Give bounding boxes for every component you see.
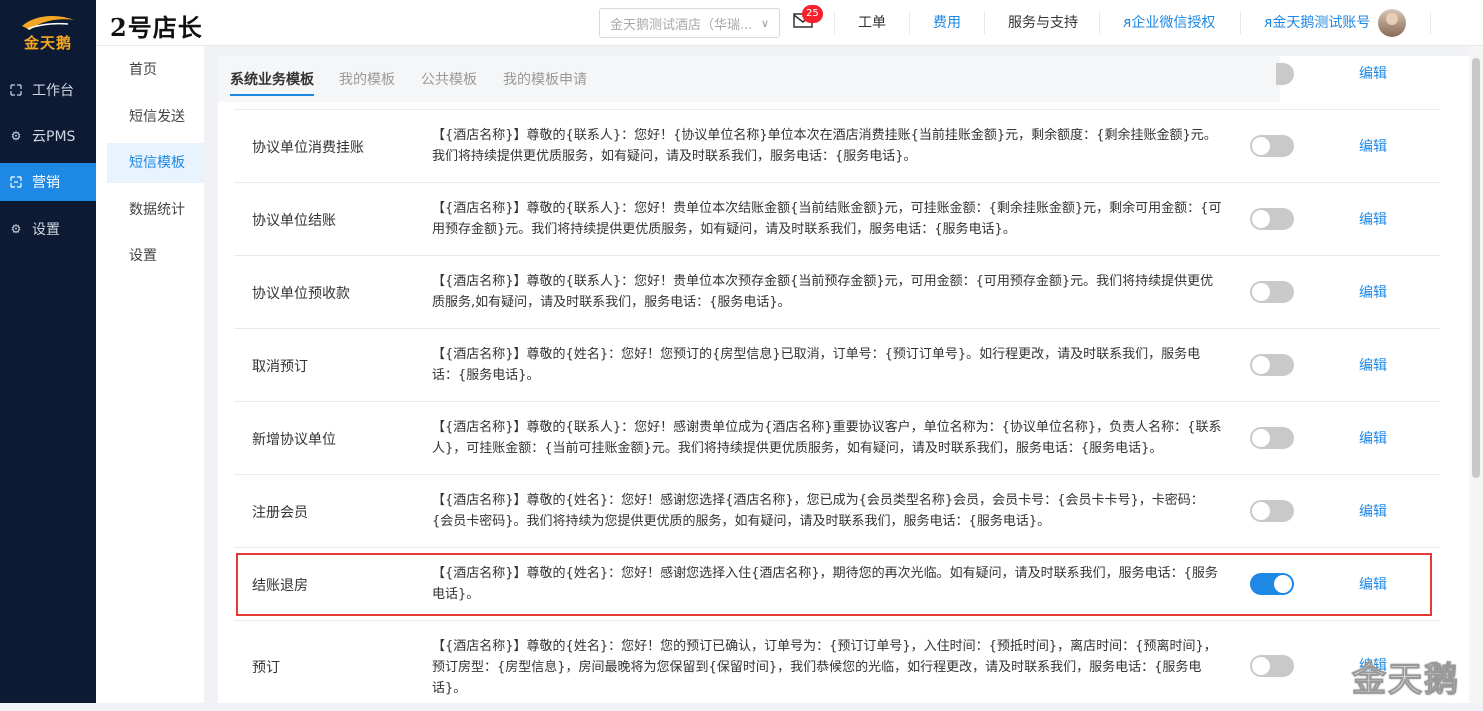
subnav-item-sms-template[interactable]: 短信模板: [107, 143, 204, 183]
table-row: 预订 【{酒店名称}】尊敬的{姓名}：您好！您的预订已确认，订单号为：{预订订单…: [234, 621, 1440, 711]
edit-button[interactable]: 编辑: [1359, 355, 1387, 375]
hotel-select-value: 金天鹅测试酒店（华瑞...: [610, 17, 753, 33]
wechat-auth-label: 企业微信授权: [1131, 15, 1216, 31]
table-row: 注册会员 【{酒店名称}】尊敬的{姓名}：您好！感谢您选择{酒店名称}，您已成为…: [234, 475, 1440, 548]
template-name: 注册会员: [252, 505, 308, 521]
scrollbar-thumb[interactable]: [1472, 58, 1480, 478]
header-divider: [909, 12, 910, 34]
template-name: 协议单位结账: [252, 213, 336, 229]
table-row: 协议单位结账 【{酒店名称}】尊敬的{联系人}：您好！贵单位本次结账金额{当前结…: [234, 183, 1440, 256]
template-name: 结账退房: [252, 578, 308, 594]
table-row: 编辑: [234, 56, 1440, 110]
edit-button[interactable]: 编辑: [1359, 501, 1387, 521]
sidebar-item-label: 设置: [32, 222, 60, 238]
template-enable-toggle[interactable]: [1250, 573, 1294, 595]
template-name: 协议单位预收款: [252, 286, 350, 302]
template-enable-toggle[interactable]: [1250, 354, 1294, 376]
template-enable-toggle[interactable]: [1250, 655, 1294, 677]
main-sidebar: 金天鹅 工作台 ⚙ 云PMS 营销 ⚙ 设置: [0, 0, 96, 703]
sms-subnav: 首页 短信发送 短信模板 数据统计 设置: [96, 46, 204, 703]
gear-icon: ⚙: [10, 222, 22, 236]
swan-logo-icon: [22, 15, 74, 30]
edit-button[interactable]: 编辑: [1359, 63, 1387, 83]
hotel-select[interactable]: 金天鹅测试酒店（华瑞... ∨: [599, 8, 780, 38]
sidebar-item-settings[interactable]: ⚙ 设置: [0, 210, 96, 248]
subnav-item-home[interactable]: 首页: [107, 50, 204, 90]
subnav-item-sms-send[interactable]: 短信发送: [107, 97, 204, 137]
account-link[interactable]: ᴙ金天鹅测试账号: [1264, 0, 1370, 46]
header-divider: [984, 12, 985, 34]
edit-button[interactable]: 编辑: [1359, 136, 1387, 156]
account-label: 金天鹅测试账号: [1272, 15, 1371, 31]
table-row: 协议单位消费挂账 【{酒店名称}】尊敬的{联系人}：您好！{协议单位名称}单位本…: [234, 110, 1440, 183]
template-name: 协议单位消费挂账: [252, 140, 364, 156]
table-row: 取消预订 【{酒店名称}】尊敬的{姓名}：您好！您预订的{房型信息}已取消，订单…: [234, 329, 1440, 402]
edit-button[interactable]: 编辑: [1359, 428, 1387, 448]
template-name: 预订: [252, 660, 280, 676]
workbench-icon: [9, 83, 23, 97]
support-link[interactable]: 服务与支持: [1008, 0, 1078, 46]
table-row: 新增协议单位 【{酒店名称}】尊敬的{联系人}：您好！感谢贵单位成为{酒店名称}…: [234, 402, 1440, 475]
header-divider: [1240, 12, 1241, 34]
sidebar-item-marketing[interactable]: 营销: [0, 163, 96, 201]
watermark: 金天鹅: [1352, 660, 1460, 701]
sidebar-item-workbench[interactable]: 工作台: [0, 71, 96, 109]
logo-text: 金天鹅: [23, 33, 72, 52]
chevron-down-icon: ∨: [760, 16, 769, 30]
marketing-icon: [9, 175, 23, 189]
template-name: 新增协议单位: [252, 432, 336, 448]
template-content: 【{酒店名称}】尊敬的{联系人}：您好！贵单位本次结账金额{当前结账金额}元，可…: [432, 201, 1222, 237]
fees-link[interactable]: 费用: [933, 0, 961, 46]
gear-icon: ⚙: [10, 129, 22, 143]
mail-count-badge: 25: [802, 5, 823, 23]
template-enable-toggle[interactable]: [1276, 63, 1294, 85]
brand-title: 2号店长: [110, 13, 203, 42]
header-divider: [1099, 12, 1100, 34]
wechat-auth-link[interactable]: ᴙ企业微信授权: [1123, 0, 1215, 46]
template-content: 【{酒店名称}】尊敬的{联系人}：您好！{协议单位名称}单位本次在酒店消费挂账{…: [432, 128, 1217, 164]
subnav-item-settings[interactable]: 设置: [107, 236, 204, 276]
sidebar-item-cloud-pms[interactable]: ⚙ 云PMS: [0, 117, 96, 155]
template-content: 【{酒店名称}】尊敬的{姓名}：您好！您的预订已确认，订单号为：{预订订单号}，…: [432, 639, 1217, 696]
sidebar-item-label: 云PMS: [32, 129, 76, 145]
edit-button[interactable]: 编辑: [1359, 209, 1387, 229]
edit-button[interactable]: 编辑: [1359, 574, 1387, 594]
template-name: 取消预订: [252, 359, 308, 375]
template-content: 【{酒店名称}】尊敬的{联系人}：您好！感谢贵单位成为{酒店名称}重要协议客户，…: [432, 420, 1222, 456]
table-row: 协议单位预收款 【{酒店名称}】尊敬的{联系人}：您好！贵单位本次预存金额{当前…: [234, 256, 1440, 329]
template-enable-toggle[interactable]: [1250, 281, 1294, 303]
table-row: 结账退房 【{酒店名称}】尊敬的{姓名}：您好！感谢您选择入住{酒店名称}，期待…: [234, 548, 1440, 621]
workorder-link[interactable]: 工单: [858, 0, 886, 46]
top-header: 2号店长 金天鹅测试酒店（华瑞... ∨ 25 工单 费用 服务与支持 ᴙ企业微…: [96, 0, 1483, 46]
template-panel: 系统业务模板 我的模板 公共模板 我的模板申请 编辑 协议单位消费挂账 【{酒店…: [218, 56, 1480, 703]
edit-button[interactable]: 编辑: [1359, 282, 1387, 302]
template-content: 【{酒店名称}】尊敬的{姓名}：您好！感谢您选择入住{酒店名称}，期待您的再次光…: [432, 566, 1218, 602]
header-divider: [1430, 12, 1431, 34]
template-enable-toggle[interactable]: [1250, 500, 1294, 522]
sidebar-item-label: 工作台: [32, 83, 74, 99]
template-enable-toggle[interactable]: [1250, 208, 1294, 230]
template-content: 【{酒店名称}】尊敬的{姓名}：您好！感谢您选择{酒店名称}，您已成为{会员类型…: [432, 493, 1204, 529]
header-divider: [834, 12, 835, 34]
template-content: 【{酒店名称}】尊敬的{姓名}：您好！您预订的{房型信息}已取消，订单号：{预订…: [432, 347, 1201, 383]
logo[interactable]: 金天鹅: [0, 0, 96, 64]
template-content: 【{酒店名称}】尊敬的{联系人}：您好！贵单位本次预存金额{当前预存金额}元，可…: [432, 274, 1214, 310]
template-enable-toggle[interactable]: [1250, 427, 1294, 449]
sidebar-item-label: 营销: [32, 175, 60, 191]
subnav-item-statistics[interactable]: 数据统计: [107, 190, 204, 230]
avatar[interactable]: [1378, 9, 1406, 37]
template-enable-toggle[interactable]: [1250, 135, 1294, 157]
